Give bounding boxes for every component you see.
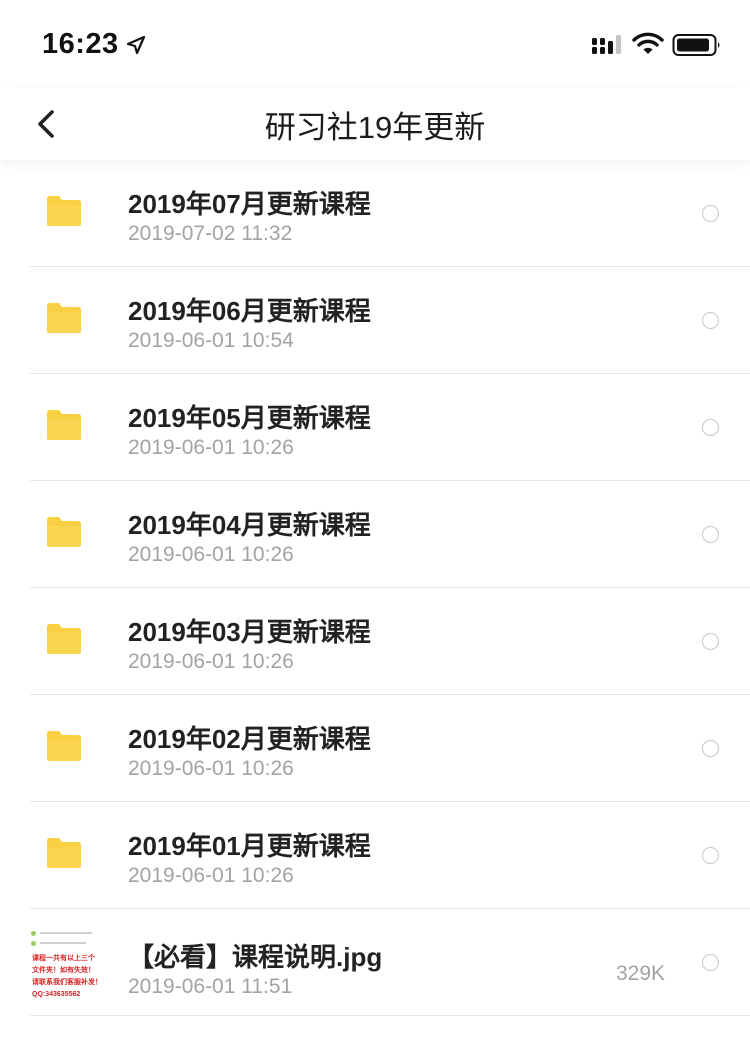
select-radio[interactable] xyxy=(702,526,719,543)
thumbnail-line xyxy=(40,932,92,934)
folder-icon xyxy=(47,303,81,333)
thumbnail-bullet xyxy=(31,931,36,936)
location-arrow-icon xyxy=(126,35,146,55)
item-size: 329K xyxy=(616,962,666,985)
thumbnail-text: 请联系我们客服补发！ xyxy=(32,979,102,986)
list-item-folder[interactable]: 2019年04月更新课程 2019-06-01 10:26 xyxy=(0,481,750,588)
item-name: 2019年07月更新课程 xyxy=(128,189,371,219)
item-date: 2019-06-01 10:26 xyxy=(128,543,294,566)
select-radio[interactable] xyxy=(702,740,719,757)
item-date: 2019-06-01 10:26 xyxy=(128,757,294,780)
thumbnail-text: QQ:343635562 xyxy=(32,991,81,998)
list-item-folder[interactable]: 2019年01月更新课程 2019-06-01 10:26 xyxy=(0,802,750,909)
wifi-icon xyxy=(632,32,664,54)
list-item-folder[interactable]: 2019年07月更新课程 2019-07-02 11:32 xyxy=(0,160,750,267)
item-date: 2019-06-01 10:26 xyxy=(128,436,294,459)
cellular-signal-icon xyxy=(592,35,621,54)
item-name: 2019年03月更新课程 xyxy=(128,617,371,647)
file-list: 2019年07月更新课程 2019-07-02 11:32 2019年06月更新… xyxy=(0,160,750,1016)
item-date: 2019-06-01 11:51 xyxy=(128,975,293,998)
item-name: 2019年04月更新课程 xyxy=(128,510,371,540)
page-title: 研习社19年更新 xyxy=(264,110,486,145)
status-bar: 16:23 xyxy=(0,0,750,88)
item-name: 2019年06月更新课程 xyxy=(128,296,371,326)
battery-icon xyxy=(672,34,720,56)
folder-icon xyxy=(47,196,81,226)
select-radio[interactable] xyxy=(702,205,719,222)
list-item-folder[interactable]: 2019年02月更新课程 2019-06-01 10:26 xyxy=(0,695,750,802)
select-radio[interactable] xyxy=(702,312,719,329)
navigation-bar: 研习社19年更新 xyxy=(0,88,750,160)
list-item-folder[interactable]: 2019年06月更新课程 2019-06-01 10:54 xyxy=(0,267,750,374)
thumbnail-line xyxy=(40,942,86,944)
status-time: 16:23 xyxy=(42,28,119,60)
item-date: 2019-06-01 10:26 xyxy=(128,650,294,673)
folder-icon xyxy=(47,624,81,654)
select-radio[interactable] xyxy=(702,419,719,436)
item-name: 2019年01月更新课程 xyxy=(128,831,371,861)
item-name: 【必看】课程说明.jpg xyxy=(128,942,383,972)
image-thumbnail: 课程一共有以上三个 文件夹！如有失效！ 请联系我们客服补发！ QQ:343635… xyxy=(28,925,102,1003)
thumbnail-bullet xyxy=(31,941,36,946)
select-radio[interactable] xyxy=(702,954,719,971)
item-date: 2019-07-02 11:32 xyxy=(128,222,293,245)
item-name: 2019年02月更新课程 xyxy=(128,724,371,754)
list-item-folder[interactable]: 2019年05月更新课程 2019-06-01 10:26 xyxy=(0,374,750,481)
thumbnail-text: 文件夹！如有失效！ xyxy=(32,967,95,974)
folder-icon xyxy=(47,517,81,547)
item-name: 2019年05月更新课程 xyxy=(128,403,371,433)
item-date: 2019-06-01 10:54 xyxy=(128,329,294,352)
folder-icon xyxy=(47,410,81,440)
thumbnail-text: 课程一共有以上三个 xyxy=(32,955,95,962)
item-date: 2019-06-01 10:26 xyxy=(128,864,294,887)
folder-icon xyxy=(47,838,81,868)
select-radio[interactable] xyxy=(702,633,719,650)
list-item-folder[interactable]: 2019年03月更新课程 2019-06-01 10:26 xyxy=(0,588,750,695)
folder-icon xyxy=(47,731,81,761)
select-radio[interactable] xyxy=(702,847,719,864)
list-item-file[interactable]: 课程一共有以上三个 文件夹！如有失效！ 请联系我们客服补发！ QQ:343635… xyxy=(0,909,750,1016)
